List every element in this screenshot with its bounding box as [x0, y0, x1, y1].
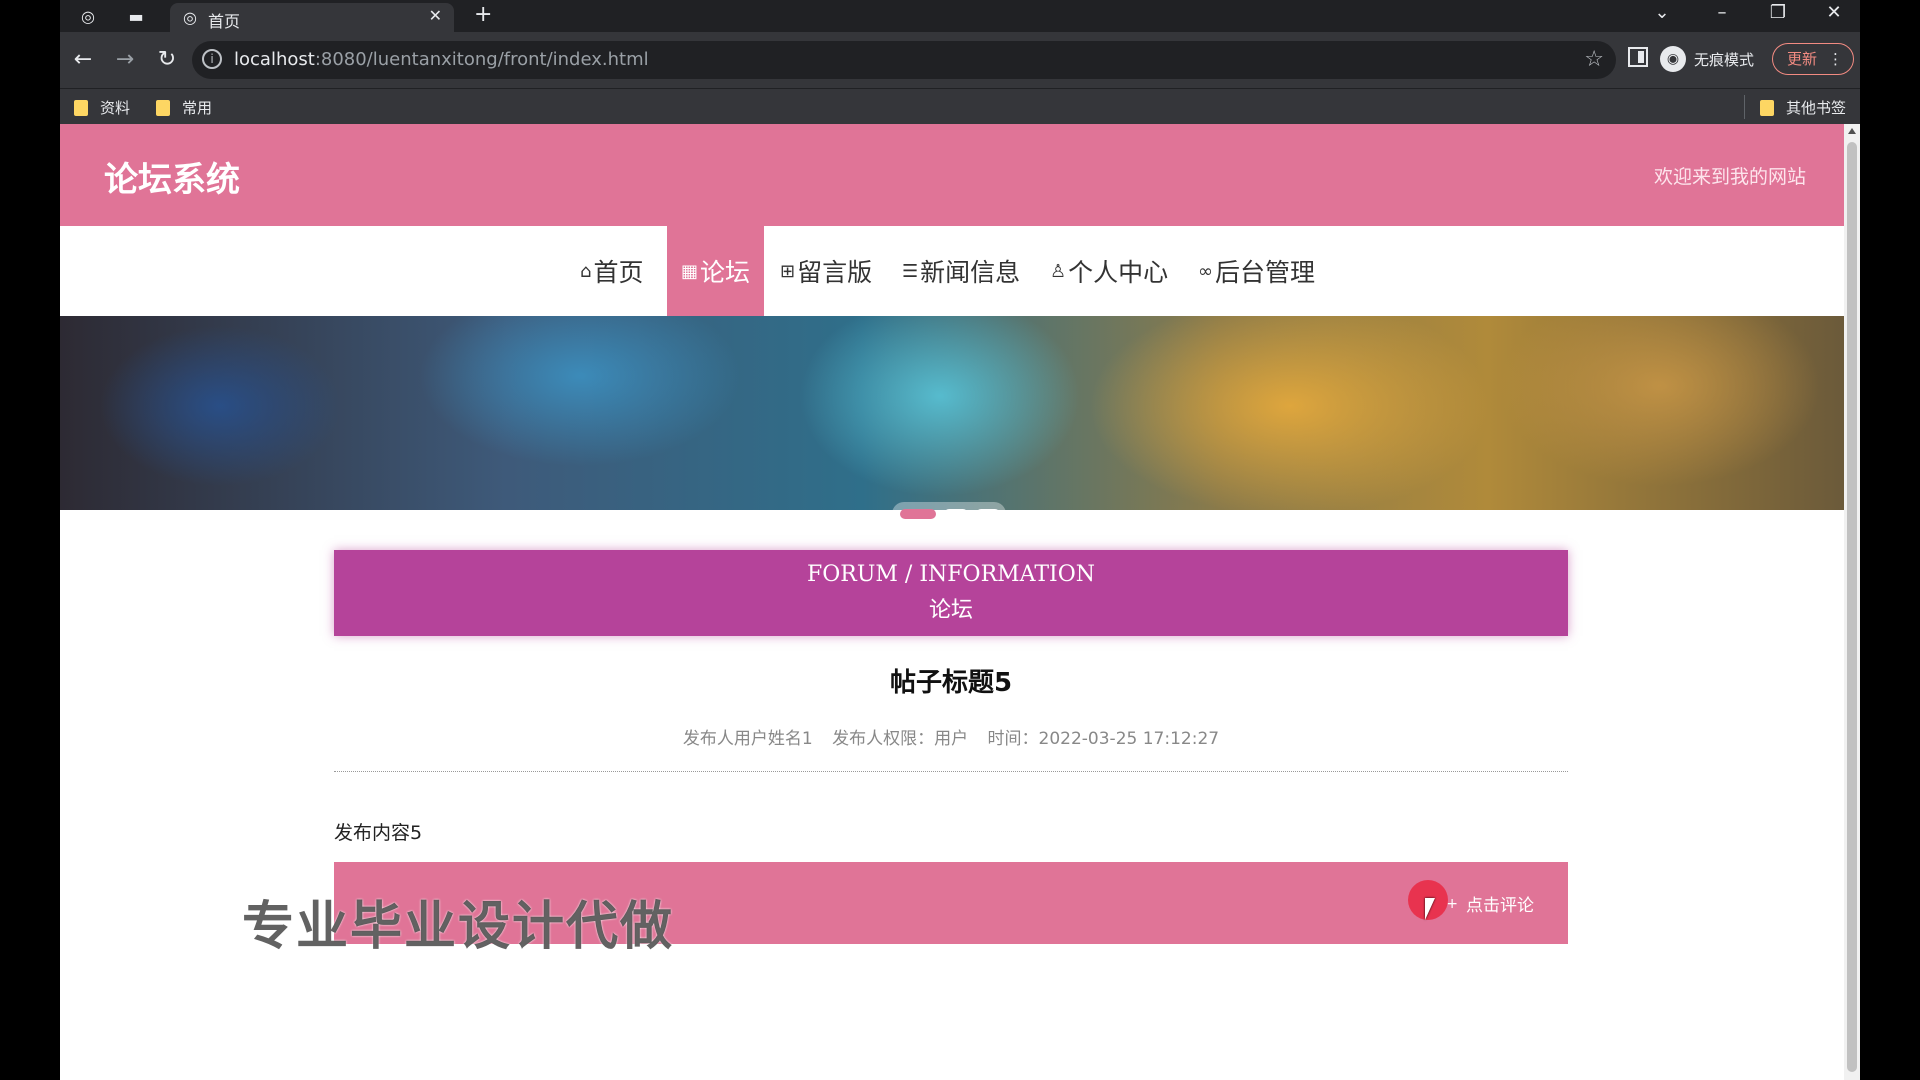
bookmarks-divider [1744, 95, 1745, 119]
bookmark-folder-other[interactable]: 其他书签 [1760, 97, 1846, 118]
address-bar[interactable]: i localhost:8080/luentanxitong/front/ind… [192, 41, 1616, 79]
back-arrow-icon[interactable]: ← [68, 45, 98, 75]
bookmarks-bar: 资料 常用 其他书签 [60, 88, 1860, 124]
tab-title: 首页 [208, 12, 241, 31]
scroll-thumb[interactable] [1847, 142, 1857, 1072]
nav-item-message-board[interactable]: ⊞ 留言版 [780, 226, 872, 316]
globe-icon[interactable]: ◎ [78, 6, 98, 26]
incognito-indicator[interactable]: ◉ 无痕模式 [1660, 44, 1754, 74]
nav-label: 后台管理 [1215, 258, 1316, 287]
chevron-down-icon[interactable]: ⌄ [1644, 2, 1680, 23]
post-role: 发布人权限：用户 [832, 729, 969, 749]
incognito-icon: ◉ [1660, 46, 1686, 72]
watermark-text: 专业毕业设计代做 [242, 897, 675, 957]
section-title-cn: 论坛 [928, 598, 973, 623]
star-icon[interactable]: ☆ [1584, 47, 1604, 72]
carousel-dot-2[interactable] [944, 509, 968, 519]
plus-icon[interactable]: + [474, 2, 492, 27]
forum-icon: ▦ [681, 260, 699, 282]
nav-item-forum[interactable]: ▦ 论坛 [667, 226, 765, 316]
bookmark-folder-changyong[interactable]: 常用 [156, 97, 212, 118]
url-text[interactable]: localhost:8080/luentanxitong/front/index… [234, 49, 649, 70]
divider [334, 771, 1568, 772]
more-menu-icon[interactable]: ⋮ [1828, 44, 1843, 74]
tab-bar: ◎ ▬ ◎ 首页 ✕ + ⌄ – ❐ ✕ [60, 0, 1860, 32]
globe-icon: ◎ [183, 7, 197, 27]
url-host: localhost [234, 49, 315, 70]
scroll-up-arrow-icon[interactable] [1848, 128, 1856, 134]
nav-item-personal-center[interactable]: ♙ 个人中心 [1050, 226, 1168, 316]
minimize-icon[interactable]: – [1704, 2, 1740, 23]
web-page: 论坛系统 欢迎来到我的网站 ⌂ 首页 ▦ 论坛 ⊞ 留言版 ☰ 新闻信息 ♙ 个… [60, 124, 1844, 1080]
tab-group-icon[interactable]: ▬ [126, 6, 146, 26]
nav-label: 个人中心 [1068, 258, 1169, 287]
news-icon: ☰ [902, 260, 919, 282]
browser-window: ◎ ▬ ◎ 首页 ✕ + ⌄ – ❐ ✕ ← → ↻ i localhost:8… [60, 0, 1860, 1080]
update-label: 更新 [1787, 50, 1818, 68]
post-meta: 发布人用户姓名1 发布人权限：用户 时间：2022-03-25 17:12:27 [334, 724, 1568, 749]
nav-label: 首页 [593, 258, 644, 287]
folder-icon [156, 99, 170, 116]
plus-icon: + [1446, 895, 1458, 912]
page-scrollbar[interactable] [1844, 124, 1860, 1080]
carousel-indicators [892, 502, 1006, 526]
side-panel-icon[interactable] [1628, 47, 1648, 67]
site-header: 论坛系统 欢迎来到我的网站 [60, 124, 1844, 226]
post-time: 时间：2022-03-25 17:12:27 [987, 729, 1220, 749]
bookmark-folder-ziliao[interactable]: 资料 [74, 97, 130, 118]
user-icon: ♙ [1050, 260, 1067, 282]
info-icon[interactable]: i [202, 49, 222, 69]
post-content: 发布内容5 [334, 822, 423, 844]
url-path: :8080/luentanxitong/front/index.html [314, 49, 649, 70]
restore-icon[interactable]: ❐ [1760, 2, 1796, 23]
mouse-cursor-icon [1425, 898, 1435, 920]
home-icon: ⌂ [580, 260, 592, 282]
nav-item-home[interactable]: ⌂ 首页 [580, 226, 643, 316]
comment-button[interactable]: + 点击评论 [1446, 891, 1534, 917]
nav-item-news[interactable]: ☰ 新闻信息 [902, 226, 1020, 316]
bookmark-label: 常用 [182, 99, 213, 117]
incognito-label: 无痕模式 [1694, 50, 1755, 69]
close-icon[interactable]: ✕ [429, 6, 442, 25]
bookmark-label: 其他书签 [1786, 99, 1847, 117]
forward-arrow-icon[interactable]: → [110, 45, 140, 75]
nav-label: 新闻信息 [920, 258, 1021, 287]
carousel-dot-3[interactable] [976, 509, 1000, 519]
site-title: 论坛系统 [104, 160, 240, 200]
post-author: 发布人用户姓名1 [682, 729, 813, 749]
nav-label: 论坛 [700, 258, 751, 287]
reload-icon[interactable]: ↻ [152, 45, 182, 75]
main-nav: ⌂ 首页 ▦ 论坛 ⊞ 留言版 ☰ 新闻信息 ♙ 个人中心 ∞ 后台管理 [60, 226, 1844, 316]
update-button[interactable]: 更新 ⋮ [1772, 43, 1854, 75]
section-header: FORUM / INFORMATION 论坛 [334, 550, 1568, 636]
close-window-icon[interactable]: ✕ [1816, 2, 1852, 23]
post-title: 帖子标题5 [889, 668, 1013, 698]
screen: ◎ ▬ ◎ 首页 ✕ + ⌄ – ❐ ✕ ← → ↻ i localhost:8… [0, 0, 1920, 1080]
tab-home[interactable]: ◎ 首页 ✕ [170, 3, 454, 32]
nav-label: 留言版 [797, 258, 873, 287]
welcome-text: 欢迎来到我的网站 [1653, 166, 1806, 188]
link-icon: ∞ [1198, 260, 1213, 282]
carousel-banner[interactable] [60, 316, 1844, 526]
message-board-icon: ⊞ [780, 260, 796, 282]
toolbar: ← → ↻ i localhost:8080/luentanxitong/fro… [60, 32, 1860, 88]
comment-button-label: 点击评论 [1466, 896, 1534, 916]
carousel-dot-1[interactable] [900, 509, 936, 519]
bookmark-label: 资料 [100, 99, 131, 117]
folder-icon [74, 99, 88, 116]
section-title-en: FORUM / INFORMATION [807, 562, 1095, 587]
folder-icon [1760, 99, 1774, 116]
nav-item-admin[interactable]: ∞ 后台管理 [1198, 226, 1315, 316]
